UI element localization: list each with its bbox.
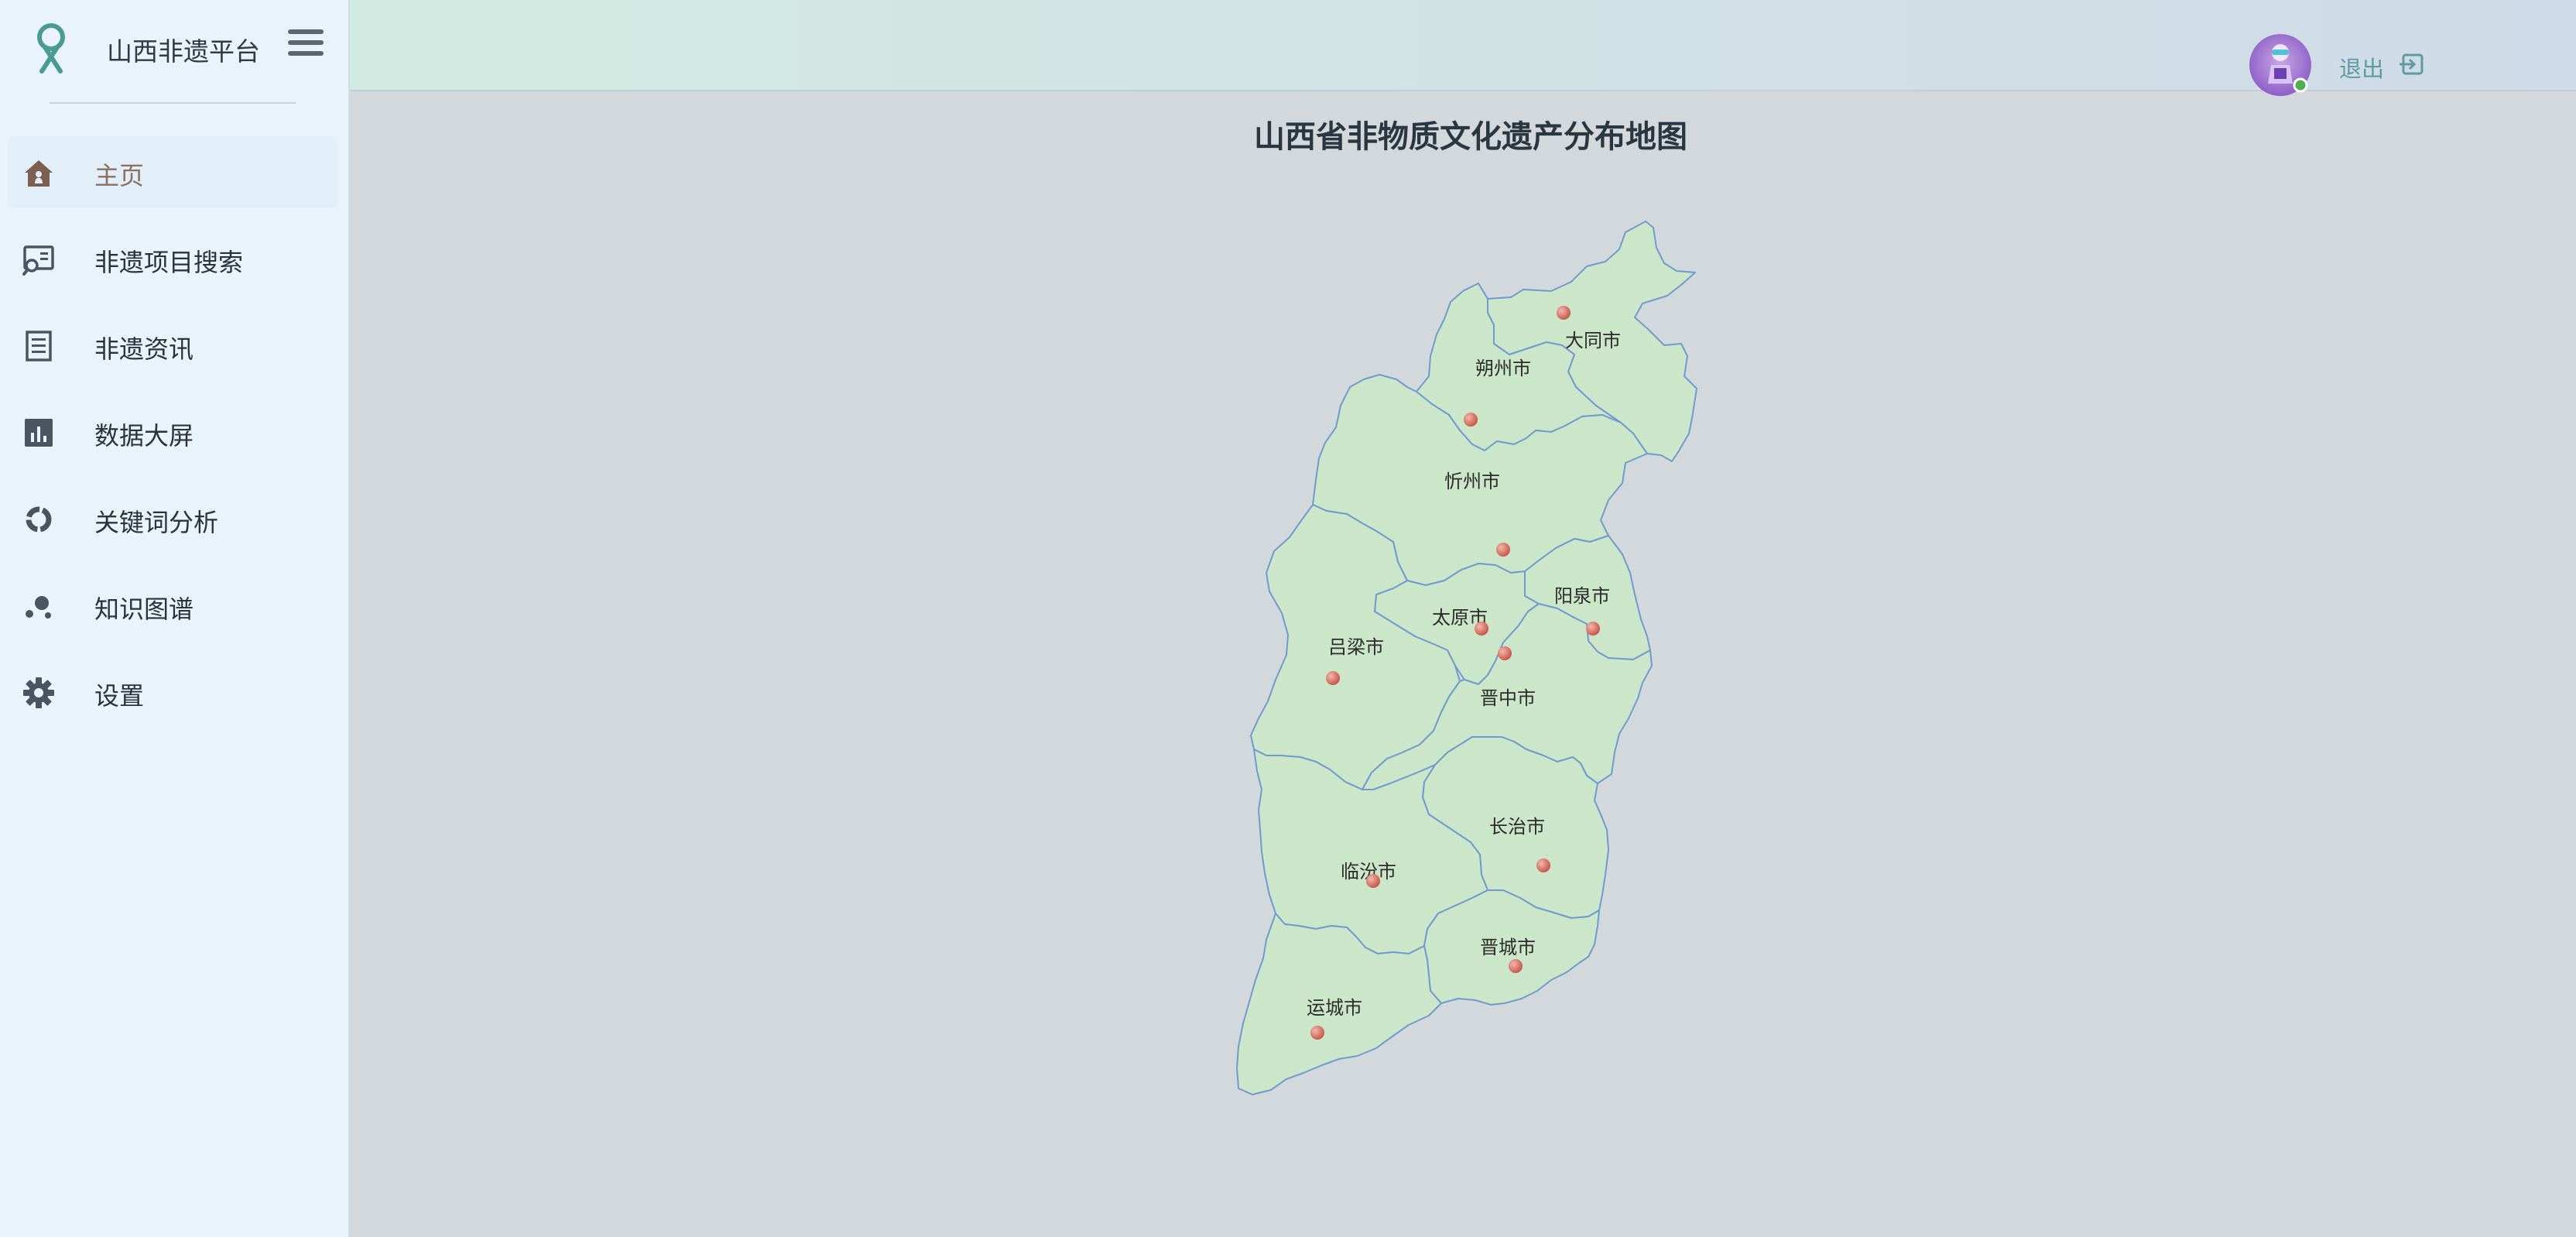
marker-shuozhou[interactable] — [1464, 413, 1478, 427]
marker-jinzhong[interactable] — [1498, 646, 1512, 660]
city-label-yangquan: 阳泉市 — [1554, 585, 1610, 607]
city-label-shuozhou: 朔州市 — [1475, 358, 1531, 379]
city-label-yuncheng: 运城市 — [1307, 997, 1362, 1019]
marker-xinzhou[interactable] — [1496, 543, 1510, 557]
marker-yangquan[interactable] — [1586, 622, 1600, 636]
city-label-lvliang: 吕梁市 — [1328, 636, 1384, 658]
marker-jincheng[interactable] — [1509, 959, 1523, 973]
city-label-changzhi: 长治市 — [1489, 816, 1545, 838]
marker-linfen[interactable] — [1366, 874, 1380, 888]
marker-changzhi[interactable] — [1536, 858, 1550, 872]
marker-yuncheng[interactable] — [1310, 1026, 1324, 1040]
city-label-xinzhou: 忻州市 — [1444, 471, 1500, 492]
city-label-datong: 大同市 — [1565, 330, 1621, 351]
marker-lvliang[interactable] — [1326, 671, 1340, 685]
marker-taiyuan[interactable] — [1475, 622, 1488, 636]
shanxi-map: 大同市 朔州市 忻州市 阳泉市 太原市 吕梁市 晋中市 长治市 临汾市 晋城市 … — [1236, 221, 1697, 1095]
city-label-jinzhong: 晋中市 — [1480, 687, 1536, 709]
city-label-jincheng: 晋城市 — [1480, 937, 1536, 958]
marker-datong[interactable] — [1557, 306, 1571, 320]
